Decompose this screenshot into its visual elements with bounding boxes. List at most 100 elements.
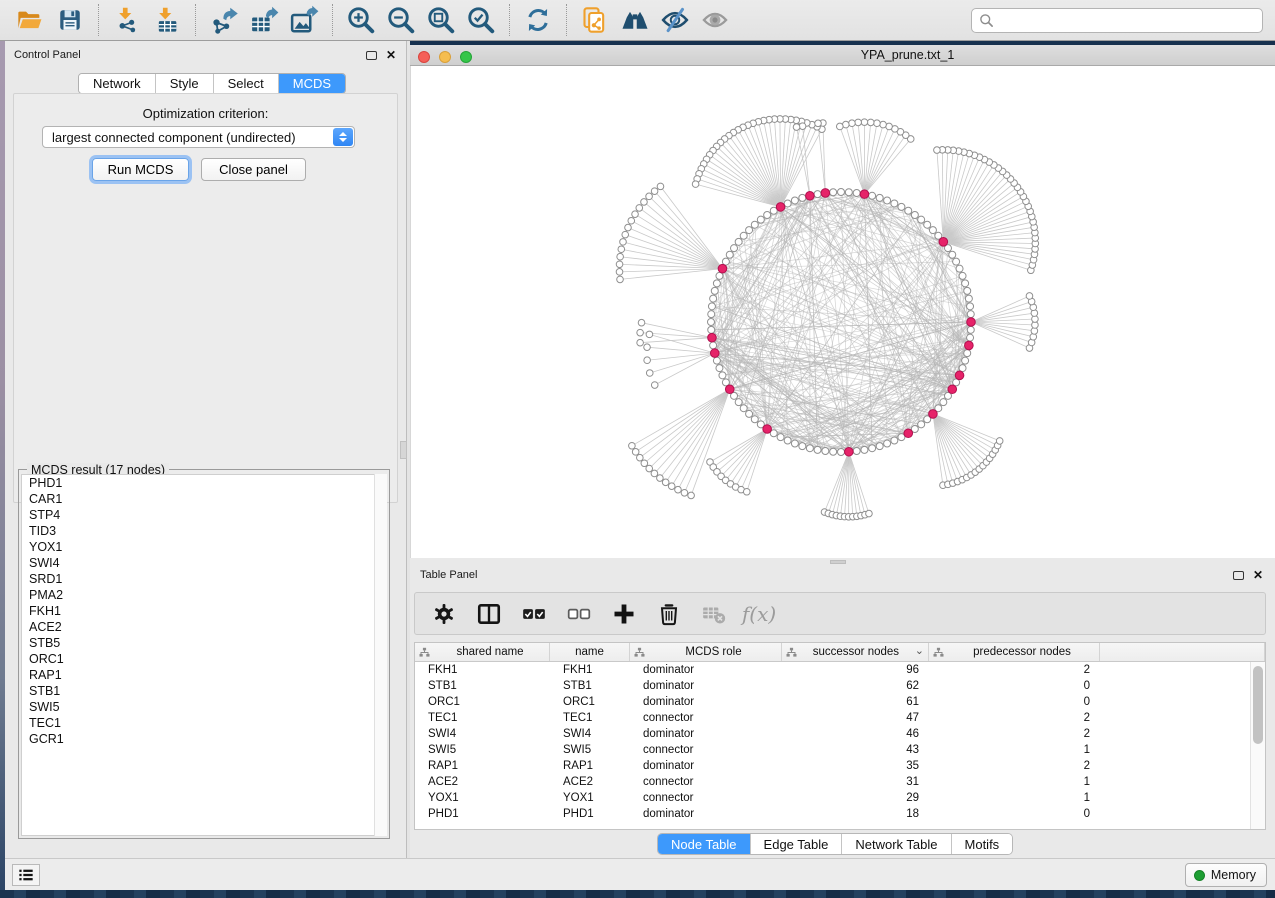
- mcds-hub-node[interactable]: [967, 318, 976, 327]
- mcds-result-item[interactable]: GCR1: [22, 731, 386, 747]
- network-node[interactable]: [710, 342, 717, 349]
- float-panel-icon[interactable]: [1233, 571, 1244, 580]
- table-row[interactable]: ORC1ORC1dominator610: [415, 694, 1265, 710]
- mcds-result-item[interactable]: TEC1: [22, 715, 386, 731]
- network-node[interactable]: [962, 280, 969, 287]
- criterion-dropdown[interactable]: largest connected component (undirected): [42, 126, 355, 148]
- hide-selected-icon[interactable]: [658, 3, 692, 37]
- mcds-hub-node[interactable]: [845, 447, 854, 456]
- network-node[interactable]: [884, 197, 891, 204]
- network-leaf-node[interactable]: [625, 224, 632, 231]
- zoom-in-icon[interactable]: [344, 3, 378, 37]
- table-row[interactable]: SWI5SWI5connector431: [415, 742, 1265, 758]
- close-panel-button[interactable]: Close panel: [201, 158, 306, 181]
- network-node[interactable]: [965, 295, 972, 302]
- network-node[interactable]: [799, 443, 806, 450]
- network-node[interactable]: [740, 405, 747, 412]
- network-node[interactable]: [735, 238, 742, 245]
- network-node[interactable]: [708, 326, 715, 333]
- mcds-hub-node[interactable]: [904, 429, 913, 438]
- open-file-icon[interactable]: [13, 3, 47, 37]
- import-table-icon[interactable]: [150, 3, 184, 37]
- mcds-list-scrollbar[interactable]: [374, 474, 387, 836]
- mcds-result-item[interactable]: FKH1: [22, 603, 386, 619]
- network-node[interactable]: [746, 410, 753, 417]
- tab-style[interactable]: Style: [156, 74, 214, 93]
- network-node[interactable]: [814, 191, 821, 198]
- search-input[interactable]: [999, 11, 1262, 31]
- network-leaf-node[interactable]: [866, 510, 873, 517]
- network-node[interactable]: [806, 445, 813, 452]
- table-row[interactable]: SWI4SWI4dominator462: [415, 726, 1265, 742]
- network-node[interactable]: [861, 446, 868, 453]
- network-node[interactable]: [869, 445, 876, 452]
- network-leaf-node[interactable]: [641, 460, 648, 467]
- network-leaf-node[interactable]: [996, 438, 1003, 445]
- table-row[interactable]: TEC1TEC1connector472: [415, 710, 1265, 726]
- table-row[interactable]: FKH1FKH1dominator962: [415, 662, 1265, 678]
- network-leaf-node[interactable]: [651, 188, 658, 195]
- network-node[interactable]: [777, 434, 784, 441]
- network-leaf-node[interactable]: [855, 119, 862, 126]
- mcds-result-item[interactable]: PHD1: [22, 475, 386, 491]
- global-search-box[interactable]: [971, 8, 1263, 33]
- network-leaf-node[interactable]: [637, 329, 644, 336]
- run-mcds-button[interactable]: Run MCDS: [92, 158, 189, 181]
- horizontal-splitter[interactable]: [410, 558, 1275, 565]
- select-all-rows-icon[interactable]: [519, 599, 549, 629]
- network-node[interactable]: [911, 212, 918, 219]
- network-node[interactable]: [708, 311, 715, 318]
- network-node[interactable]: [713, 357, 720, 364]
- table-row[interactable]: YOX1YOX1connector291: [415, 790, 1265, 806]
- export-table-icon[interactable]: [247, 3, 281, 37]
- network-node[interactable]: [830, 189, 837, 196]
- network-node[interactable]: [799, 194, 806, 201]
- network-leaf-node[interactable]: [646, 370, 653, 377]
- show-column-panel-icon[interactable]: [474, 599, 504, 629]
- network-node[interactable]: [876, 194, 883, 201]
- mcds-hub-node[interactable]: [929, 410, 938, 419]
- tab-mcds[interactable]: MCDS: [279, 74, 345, 93]
- network-node[interactable]: [940, 399, 947, 406]
- network-leaf-node[interactable]: [793, 124, 800, 131]
- table-vertical-scrollbar[interactable]: [1250, 662, 1265, 829]
- tab-node-table[interactable]: Node Table: [658, 834, 751, 854]
- network-leaf-node[interactable]: [646, 331, 653, 338]
- network-from-selection-icon[interactable]: [578, 3, 612, 37]
- deselect-all-rows-icon[interactable]: [564, 599, 594, 629]
- network-node[interactable]: [884, 440, 891, 447]
- network-node[interactable]: [876, 443, 883, 450]
- sort-chevron-down-icon[interactable]: ⌄: [915, 644, 924, 657]
- network-node[interactable]: [757, 216, 764, 223]
- create-column-plus-icon[interactable]: [609, 599, 639, 629]
- network-node[interactable]: [918, 216, 925, 223]
- network-node[interactable]: [713, 280, 720, 287]
- network-leaf-node[interactable]: [861, 119, 868, 126]
- mcds-hub-node[interactable]: [718, 264, 727, 273]
- refresh-icon[interactable]: [521, 3, 555, 37]
- float-panel-icon[interactable]: [366, 51, 377, 60]
- network-node[interactable]: [924, 221, 931, 228]
- close-panel-icon[interactable]: ✕: [386, 51, 396, 60]
- network-leaf-node[interactable]: [867, 119, 874, 126]
- mcds-result-item[interactable]: STB1: [22, 683, 386, 699]
- save-session-icon[interactable]: [53, 3, 87, 37]
- network-node[interactable]: [949, 251, 956, 258]
- network-node[interactable]: [719, 372, 726, 379]
- close-panel-icon[interactable]: ✕: [1253, 571, 1263, 580]
- network-node[interactable]: [814, 446, 821, 453]
- network-node[interactable]: [716, 365, 723, 372]
- network-node[interactable]: [918, 421, 925, 428]
- network-leaf-node[interactable]: [651, 470, 658, 477]
- network-node[interactable]: [959, 272, 966, 279]
- mcds-hub-node[interactable]: [955, 371, 964, 380]
- tab-network-table[interactable]: Network Table: [842, 834, 951, 854]
- network-node[interactable]: [853, 448, 860, 455]
- network-node[interactable]: [967, 303, 974, 310]
- network-node[interactable]: [751, 416, 758, 423]
- network-leaf-node[interactable]: [632, 449, 639, 456]
- network-leaf-node[interactable]: [644, 357, 651, 364]
- network-leaf-node[interactable]: [616, 261, 623, 268]
- network-leaf-node[interactable]: [637, 339, 644, 346]
- export-network-icon[interactable]: [207, 3, 241, 37]
